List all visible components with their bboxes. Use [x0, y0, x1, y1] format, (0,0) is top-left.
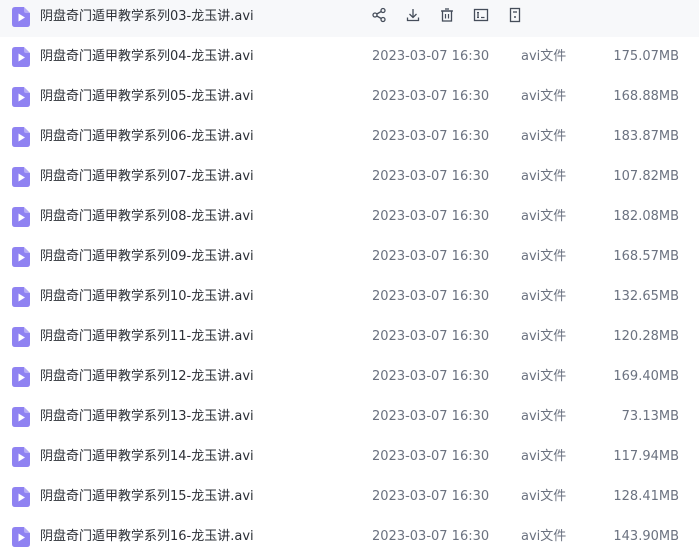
- file-row[interactable]: 阴盘奇门遁甲教学系列07-龙玉讲.avi 2023-03-07 16:30 avi文…: [0, 157, 699, 197]
- file-row[interactable]: 阴盘奇门遁甲教学系列04-龙玉讲.avi 2023-03-07 16:30 avi文…: [0, 37, 699, 77]
- file-type: avi文件: [521, 369, 567, 384]
- share-icon: [371, 7, 387, 23]
- file-type: avi文件: [521, 169, 567, 184]
- file-name[interactable]: 阴盘奇门遁甲教学系列05-龙玉讲.avi: [40, 77, 254, 117]
- file-modified-date: 2023-03-07 16:30: [372, 369, 490, 384]
- file-type: avi文件: [521, 129, 567, 144]
- file-row[interactable]: 阴盘奇门遁甲教学系列03-龙玉讲.avi: [0, 0, 699, 37]
- more-icon: [507, 7, 523, 23]
- file-modified-date: 2023-03-07 16:30: [372, 529, 490, 544]
- file-type: avi文件: [521, 409, 567, 424]
- file-row[interactable]: 阴盘奇门遁甲教学系列16-龙玉讲.avi 2023-03-07 16:30 avi文…: [0, 517, 699, 548]
- file-modified-date: 2023-03-07 16:30: [372, 449, 490, 464]
- file-modified-date: 2023-03-07 16:30: [372, 89, 490, 104]
- file-size: 128.41MB: [613, 489, 679, 504]
- file-name[interactable]: 阴盘奇门遁甲教学系列12-龙玉讲.avi: [40, 357, 254, 397]
- file-row[interactable]: 阴盘奇门遁甲教学系列15-龙玉讲.avi 2023-03-07 16:30 avi文…: [0, 477, 699, 517]
- file-name[interactable]: 阴盘奇门遁甲教学系列06-龙玉讲.avi: [40, 117, 254, 157]
- file-type: avi文件: [521, 49, 567, 64]
- file-size: 73.13MB: [621, 409, 679, 424]
- file-size: 182.08MB: [613, 209, 679, 224]
- file-row[interactable]: 阴盘奇门遁甲教学系列12-龙玉讲.avi 2023-03-07 16:30 avi文…: [0, 357, 699, 397]
- file-name[interactable]: 阴盘奇门遁甲教学系列13-龙玉讲.avi: [40, 397, 254, 437]
- file-size: 120.28MB: [613, 329, 679, 344]
- file-row[interactable]: 阴盘奇门遁甲教学系列11-龙玉讲.avi 2023-03-07 16:30 avi文…: [0, 317, 699, 357]
- download-icon: [405, 7, 421, 23]
- file-name[interactable]: 阴盘奇门遁甲教学系列09-龙玉讲.avi: [40, 237, 254, 277]
- video-file-icon: [12, 207, 30, 227]
- file-size: 107.82MB: [613, 169, 679, 184]
- file-size: 132.65MB: [613, 289, 679, 304]
- video-file-icon: [12, 87, 30, 107]
- file-type: avi文件: [521, 529, 567, 544]
- share-button[interactable]: [368, 4, 390, 26]
- file-modified-date: 2023-03-07 16:30: [372, 489, 490, 504]
- video-file-icon: [12, 367, 30, 387]
- file-row[interactable]: 阴盘奇门遁甲教学系列09-龙玉讲.avi 2023-03-07 16:30 avi文…: [0, 237, 699, 277]
- video-file-icon: [12, 47, 30, 67]
- file-row[interactable]: 阴盘奇门遁甲教学系列13-龙玉讲.avi 2023-03-07 16:30 avi文…: [0, 397, 699, 437]
- delete-icon: [439, 7, 455, 23]
- video-file-icon: [12, 487, 30, 507]
- file-modified-date: 2023-03-07 16:30: [372, 169, 490, 184]
- file-row[interactable]: 阴盘奇门遁甲教学系列05-龙玉讲.avi 2023-03-07 16:30 avi文…: [0, 77, 699, 117]
- video-file-icon: [12, 247, 30, 267]
- file-row[interactable]: 阴盘奇门遁甲教学系列10-龙玉讲.avi 2023-03-07 16:30 avi文…: [0, 277, 699, 317]
- file-list: 阴盘奇门遁甲教学系列03-龙玉讲.avi 阴盘奇门遁甲教学系列04-龙玉讲.avi…: [0, 0, 699, 548]
- file-name[interactable]: 阴盘奇门遁甲教学系列14-龙玉讲.avi: [40, 437, 254, 477]
- file-size: 143.90MB: [613, 529, 679, 544]
- file-name[interactable]: 阴盘奇门遁甲教学系列15-龙玉讲.avi: [40, 477, 254, 517]
- file-type: avi文件: [521, 289, 567, 304]
- download-button[interactable]: [402, 4, 424, 26]
- file-name[interactable]: 阴盘奇门遁甲教学系列08-龙玉讲.avi: [40, 197, 254, 237]
- file-size: 183.87MB: [613, 129, 679, 144]
- video-file-icon: [12, 167, 30, 187]
- file-modified-date: 2023-03-07 16:30: [372, 249, 490, 264]
- more-button[interactable]: [504, 4, 526, 26]
- video-file-icon: [12, 127, 30, 147]
- file-type: avi文件: [521, 209, 567, 224]
- file-size: 168.88MB: [613, 89, 679, 104]
- rename-icon: [473, 7, 489, 23]
- file-row[interactable]: 阴盘奇门遁甲教学系列06-龙玉讲.avi 2023-03-07 16:30 avi文…: [0, 117, 699, 157]
- video-file-icon: [12, 287, 30, 307]
- file-type: avi文件: [521, 329, 567, 344]
- video-file-icon: [12, 7, 30, 27]
- video-file-icon: [12, 447, 30, 467]
- file-type: avi文件: [521, 449, 567, 464]
- file-modified-date: 2023-03-07 16:30: [372, 209, 490, 224]
- video-file-icon: [12, 527, 30, 547]
- file-modified-date: 2023-03-07 16:30: [372, 409, 490, 424]
- file-modified-date: 2023-03-07 16:30: [372, 129, 490, 144]
- file-size: 169.40MB: [613, 369, 679, 384]
- file-type: avi文件: [521, 489, 567, 504]
- file-modified-date: 2023-03-07 16:30: [372, 329, 490, 344]
- file-name[interactable]: 阴盘奇门遁甲教学系列16-龙玉讲.avi: [40, 517, 254, 548]
- file-name[interactable]: 阴盘奇门遁甲教学系列03-龙玉讲.avi: [40, 0, 254, 37]
- file-modified-date: 2023-03-07 16:30: [372, 49, 490, 64]
- file-size: 168.57MB: [613, 249, 679, 264]
- rename-button[interactable]: [470, 4, 492, 26]
- file-size: 175.07MB: [613, 49, 679, 64]
- file-row[interactable]: 阴盘奇门遁甲教学系列08-龙玉讲.avi 2023-03-07 16:30 avi文…: [0, 197, 699, 237]
- video-file-icon: [12, 407, 30, 427]
- file-name[interactable]: 阴盘奇门遁甲教学系列10-龙玉讲.avi: [40, 277, 254, 317]
- file-row[interactable]: 阴盘奇门遁甲教学系列14-龙玉讲.avi 2023-03-07 16:30 avi文…: [0, 437, 699, 477]
- file-name[interactable]: 阴盘奇门遁甲教学系列04-龙玉讲.avi: [40, 37, 254, 77]
- file-name[interactable]: 阴盘奇门遁甲教学系列07-龙玉讲.avi: [40, 157, 254, 197]
- file-type: avi文件: [521, 89, 567, 104]
- file-size: 117.94MB: [613, 449, 679, 464]
- row-actions: [368, 4, 538, 26]
- delete-button[interactable]: [436, 4, 458, 26]
- file-name[interactable]: 阴盘奇门遁甲教学系列11-龙玉讲.avi: [40, 317, 254, 357]
- video-file-icon: [12, 327, 30, 347]
- file-type: avi文件: [521, 249, 567, 264]
- file-modified-date: 2023-03-07 16:30: [372, 289, 490, 304]
